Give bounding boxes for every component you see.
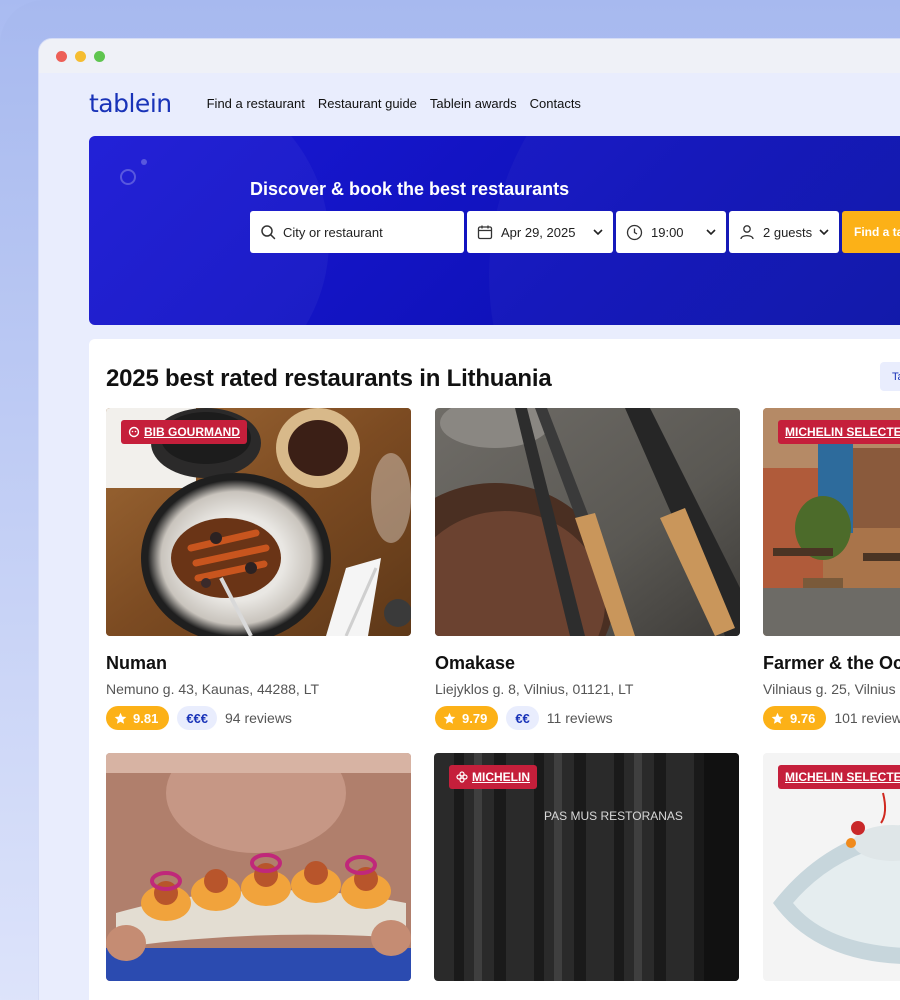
star-icon (114, 712, 127, 725)
section-title: 2025 best rated restaurants in Lithuania (106, 365, 552, 392)
nav-link-contacts[interactable]: Contacts (530, 96, 581, 111)
restaurant-card[interactable]: MICHELIN SELECTED (763, 753, 900, 981)
restaurant-photo[interactable]: MICHELIN SELECTED (763, 753, 900, 981)
restaurant-card[interactable]: BIB GOURMAND Numan Nemuno g. 43, Kaunas,… (106, 408, 411, 730)
clock-icon (626, 224, 643, 241)
restaurant-address: Vilniaus g. 25, Vilnius (763, 681, 896, 697)
rating-badge: 9.79 (435, 706, 499, 730)
nav-link-find-restaurant[interactable]: Find a restaurant (207, 96, 305, 111)
badge-label: MICHELIN SELECTED (785, 770, 900, 784)
section-tab[interactable]: Ta (880, 362, 900, 391)
restaurant-card[interactable]: Omakase Liejyklos g. 8, Vilnius, 01121, … (435, 408, 740, 730)
user-icon (739, 224, 755, 240)
main-content: 2025 best rated restaurants in Lithuania… (89, 339, 900, 1000)
hero-banner: Discover & book the best restaurants Cit… (89, 136, 900, 325)
restaurant-address: Nemuno g. 43, Kaunas, 44288, LT (106, 681, 319, 697)
hero-ring-decoration (120, 169, 136, 185)
nav-link-tablein-awards[interactable]: Tablein awards (430, 96, 517, 111)
chevron-down-icon (819, 229, 829, 235)
restaurant-meta: 9.79 €€ 11 reviews (435, 706, 740, 730)
date-value: Apr 29, 2025 (501, 224, 576, 240)
rating-badge: 9.81 (106, 706, 170, 730)
restaurant-address: Liejyklos g. 8, Vilnius, 01121, LT (435, 681, 634, 697)
minimize-window-button[interactable] (75, 50, 86, 62)
search-input[interactable]: City or restaurant (250, 211, 464, 253)
star-icon (771, 712, 784, 725)
review-count[interactable]: 101 reviews (834, 710, 900, 726)
hero-title: Discover & book the best restaurants (250, 179, 570, 199)
star-icon (443, 712, 456, 725)
restaurant-name[interactable]: Farmer & the Octopus (763, 653, 900, 674)
rating-badge: 9.76 (763, 706, 827, 730)
logo[interactable]: tablein (89, 89, 172, 118)
guests-picker[interactable]: 2 guests (729, 211, 839, 253)
restaurant-photo[interactable] (435, 408, 740, 636)
hero-dot-decoration (141, 159, 147, 165)
rating-value: 9.81 (133, 710, 159, 726)
michelin-selected-badge[interactable]: MICHELIN SELECTED (778, 765, 900, 789)
restaurant-name[interactable]: Omakase (435, 653, 740, 674)
nav-link-restaurant-guide[interactable]: Restaurant guide (318, 96, 417, 111)
find-table-button[interactable]: Find a table (842, 211, 900, 253)
badge-label: MICHELIN (472, 770, 530, 784)
michelin-selected-badge[interactable]: MICHELIN SELECTED (778, 420, 900, 444)
maximize-window-button[interactable] (94, 50, 105, 62)
chevron-down-icon (593, 229, 603, 235)
price-level: €€€ (177, 706, 218, 730)
rating-value: 9.79 (462, 710, 488, 726)
time-picker[interactable]: 19:00 (616, 211, 726, 253)
review-count[interactable]: 94 reviews (225, 710, 292, 726)
restaurant-meta: 9.76 101 reviews (763, 706, 900, 730)
restaurant-name[interactable]: Numan (106, 653, 411, 674)
food-photo-tacos (106, 753, 411, 981)
restaurant-photo[interactable]: BIB GOURMAND (106, 408, 411, 636)
restaurant-meta: 9.81 €€€ 94 reviews (106, 706, 411, 730)
michelin-flower-icon (456, 771, 468, 783)
badge-label: BIB GOURMAND (144, 425, 240, 439)
michelin-badge[interactable]: MICHELIN (449, 765, 537, 789)
top-navigation: tablein Find a restaurant Restaurant gui… (39, 73, 900, 133)
search-bar: City or restaurant Apr 29, 2025 19:00 2 … (250, 211, 900, 253)
window-titlebar (39, 39, 900, 73)
restaurant-card[interactable]: MICHELIN SELECTED Farmer & the Octopus V… (763, 408, 900, 730)
bib-gourmand-icon (128, 426, 140, 438)
food-photo-omakase (435, 408, 740, 636)
price-level: €€ (506, 706, 539, 730)
time-value: 19:00 (651, 224, 684, 240)
restaurant-photo[interactable]: PAS MUS RESTORANAS MICHELIN (434, 753, 739, 981)
search-icon (260, 224, 276, 240)
restaurant-card[interactable] (106, 753, 411, 981)
image-caption: PAS MUS RESTORANAS (544, 809, 683, 823)
restaurant-card[interactable]: PAS MUS RESTORANAS MICHELIN (434, 753, 739, 981)
restaurant-photo[interactable]: MICHELIN SELECTED (763, 408, 900, 636)
chevron-down-icon (706, 229, 716, 235)
guests-value: 2 guests (763, 224, 813, 240)
restaurant-photo[interactable] (106, 753, 411, 981)
date-picker[interactable]: Apr 29, 2025 (467, 211, 613, 253)
badge-label: MICHELIN SELECTED (785, 425, 900, 439)
calendar-icon (477, 224, 493, 240)
rating-value: 9.76 (790, 710, 816, 726)
search-placeholder: City or restaurant (283, 224, 383, 240)
close-window-button[interactable] (56, 50, 67, 62)
review-count[interactable]: 11 reviews (547, 710, 613, 726)
bib-gourmand-badge[interactable]: BIB GOURMAND (121, 420, 247, 444)
browser-window: tablein Find a restaurant Restaurant gui… (38, 38, 900, 1000)
